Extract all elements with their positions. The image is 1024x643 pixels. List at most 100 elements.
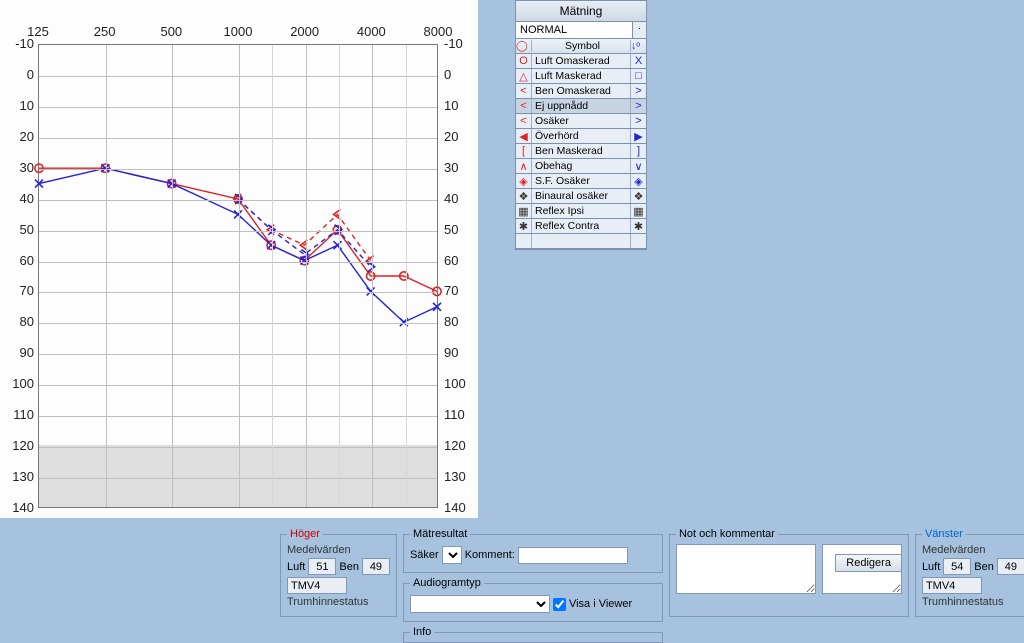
legend-title: Mätning xyxy=(516,1,646,22)
y-tick-left: 130 xyxy=(4,469,34,484)
legend-left-icon: ◀ xyxy=(516,129,532,143)
legend-dropdown-icon[interactable]: · xyxy=(632,22,646,38)
legend-row[interactable]: △Luft Maskerad□ xyxy=(516,69,646,84)
redigera-button[interactable]: Redigera xyxy=(835,554,902,572)
legend-right-icon: ❖ xyxy=(630,189,646,203)
legend-row-label: Obehag xyxy=(532,160,630,172)
legend-row-label: Osäker xyxy=(532,115,630,127)
legend-left-icon: < xyxy=(516,99,532,113)
x-tick: 500 xyxy=(160,24,182,39)
legend-row[interactable]: OLuft OmaskeradX xyxy=(516,54,646,69)
y-tick-left: 70 xyxy=(4,283,34,298)
legend-right-icon: ▶ xyxy=(630,129,646,143)
y-tick-left: 20 xyxy=(4,129,34,144)
audiogramtyp-title: Audiogramtyp xyxy=(410,577,484,589)
hoger-ben-value[interactable] xyxy=(362,558,390,575)
legend-left-icon: < xyxy=(516,84,532,98)
y-tick-right: 60 xyxy=(444,253,474,268)
komment-input[interactable] xyxy=(518,547,628,564)
vanster-panel: Vänster Medelvärden Luft Ben Trumhinnest… xyxy=(915,528,1024,617)
legend-row[interactable]: <Ej uppnådd> xyxy=(516,99,646,114)
hoger-luft-value[interactable] xyxy=(308,558,336,575)
vanster-medel-label: Medelvärden xyxy=(922,544,1024,556)
legend-rightcol-icon: ↓ᵒ xyxy=(630,40,646,52)
y-tick-right: 40 xyxy=(444,191,474,206)
legend-subtitle: NORMAL xyxy=(516,22,632,38)
hoger-title: Höger xyxy=(287,528,323,540)
y-tick-left: 10 xyxy=(4,98,34,113)
x-tick: 1000 xyxy=(224,24,253,39)
legend-row-label: Ben Maskerad xyxy=(532,145,630,157)
info-panel: Info xyxy=(403,626,663,643)
audiogramtyp-select[interactable] xyxy=(410,595,550,613)
matresultat-title: Mätresultat xyxy=(410,528,470,540)
y-tick-right: 90 xyxy=(444,345,474,360)
legend-right-icon: X xyxy=(630,54,646,68)
y-tick-right: 30 xyxy=(444,160,474,175)
visa-viewer-checkbox[interactable] xyxy=(553,598,566,611)
audiogram-chart xyxy=(38,44,438,508)
legend-row[interactable]: <Osäker> xyxy=(516,114,646,129)
x-tick: 250 xyxy=(94,24,116,39)
y-tick-left: 30 xyxy=(4,160,34,175)
saker-select[interactable] xyxy=(442,546,462,564)
vanster-title: Vänster xyxy=(922,528,966,540)
y-tick-left: 60 xyxy=(4,253,34,268)
y-tick-left: 140 xyxy=(4,500,34,515)
legend-left-icon: [ xyxy=(516,144,532,158)
legend-right-icon: > xyxy=(630,84,646,98)
vanster-luft-label: Luft xyxy=(922,561,940,573)
legend-row-label: Reflex Contra xyxy=(532,220,630,232)
y-tick-right: 50 xyxy=(444,222,474,237)
visa-viewer-label: Visa i Viewer xyxy=(569,598,632,610)
y-tick-right: 70 xyxy=(444,283,474,298)
y-tick-right: 130 xyxy=(444,469,474,484)
legend-row[interactable]: ❖Binaural osäker❖ xyxy=(516,189,646,204)
y-tick-right: 110 xyxy=(444,407,474,422)
vanster-luft-value[interactable] xyxy=(943,558,971,575)
hoger-luft-label: Luft xyxy=(287,561,305,573)
y-tick-left: 100 xyxy=(4,376,34,391)
matresultat-panel: Mätresultat Säker Komment: xyxy=(403,528,663,573)
legend-left-icon: ✱ xyxy=(516,219,532,233)
legend-row-label: Luft Maskerad xyxy=(532,70,630,82)
audiogramtyp-panel: Audiogramtyp Visa i Viewer xyxy=(403,577,663,622)
legend-row-label: S.F. Osäker xyxy=(532,175,630,187)
audiogram-panel: -10-100010102020303040405050606070708080… xyxy=(0,0,478,518)
legend-row[interactable]: <Ben Omaskerad> xyxy=(516,84,646,99)
note-panel: Not och kommentar Redigera xyxy=(669,528,909,617)
note-text-1[interactable] xyxy=(676,544,816,594)
y-tick-right: 10 xyxy=(444,98,474,113)
hoger-tmv4[interactable] xyxy=(287,577,347,594)
legend-right-icon: ◈ xyxy=(630,174,646,188)
legend-row-label: Ej uppnådd xyxy=(532,100,630,112)
vanster-tmv4[interactable] xyxy=(922,577,982,594)
y-tick-right: 120 xyxy=(444,438,474,453)
y-tick-left: 80 xyxy=(4,314,34,329)
legend-row[interactable]: ∧Obehag∨ xyxy=(516,159,646,174)
legend-row[interactable]: ▦Reflex Ipsi▦ xyxy=(516,204,646,219)
y-tick-left: 50 xyxy=(4,222,34,237)
legend-row[interactable]: ◀Överhörd▶ xyxy=(516,129,646,144)
legend-row-label: Ben Omaskerad xyxy=(532,85,630,97)
y-tick-right: 20 xyxy=(444,129,474,144)
info-title: Info xyxy=(410,626,434,638)
y-tick-left: 90 xyxy=(4,345,34,360)
y-tick-right: 140 xyxy=(444,500,474,515)
y-tick-left: 110 xyxy=(4,407,34,422)
legend-row[interactable]: [Ben Maskerad] xyxy=(516,144,646,159)
legend-left-icon: O xyxy=(516,54,532,68)
vanster-ben-value[interactable] xyxy=(997,558,1024,575)
legend-right-icon: ∨ xyxy=(630,159,646,173)
legend-row-label: Reflex Ipsi xyxy=(532,205,630,217)
legend-row-empty xyxy=(516,234,646,249)
legend-right-icon: ▦ xyxy=(630,204,646,218)
legend-row[interactable]: ◈S.F. Osäker◈ xyxy=(516,174,646,189)
saker-label: Säker xyxy=(410,549,439,561)
vanster-ben-label: Ben xyxy=(974,561,994,573)
legend-row-label: Binaural osäker xyxy=(532,190,630,202)
legend-right-icon: ] xyxy=(630,144,646,158)
legend-row[interactable]: ✱Reflex Contra✱ xyxy=(516,219,646,234)
vanster-trum-label: Trumhinnestatus xyxy=(922,596,1024,608)
y-tick-right: 0 xyxy=(444,67,474,82)
